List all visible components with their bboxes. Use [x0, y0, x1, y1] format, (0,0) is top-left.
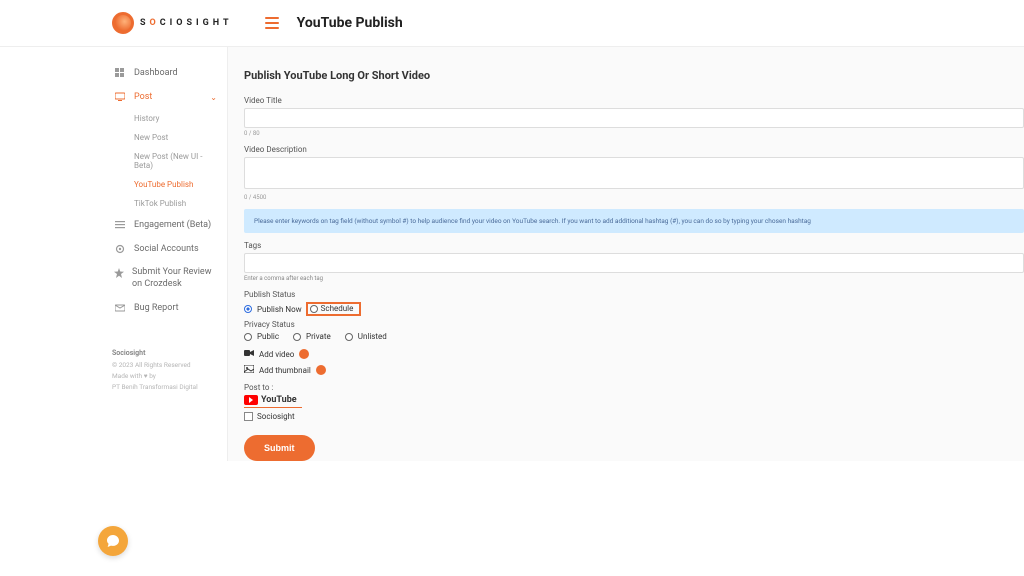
- topbar: SOCIOSIGHT YouTube Publish: [0, 0, 1024, 47]
- subnav-history[interactable]: History: [134, 109, 219, 128]
- panel-title: Publish YouTube Long Or Short Video: [244, 69, 1024, 82]
- menu-toggle-icon[interactable]: [265, 17, 279, 29]
- sidebar-item-review[interactable]: Submit Your Review on Crozdesk: [112, 261, 219, 296]
- sidebar-footer: Sociosight © 2023 All Rights Reserved Ma…: [112, 348, 219, 393]
- sidebar-item-label: Engagement (Beta): [134, 220, 211, 230]
- footer-made: Made with ♥ by: [112, 371, 219, 382]
- sidebar-item-bug[interactable]: Bug Report: [112, 296, 219, 320]
- radio-schedule[interactable]: [310, 305, 318, 313]
- image-icon: [244, 365, 254, 375]
- account-label: Sociosight: [257, 412, 295, 421]
- youtube-channel-pill: YouTube: [244, 395, 297, 405]
- mail-icon: [114, 302, 126, 314]
- page-title: YouTube Publish: [297, 15, 403, 31]
- content: Publish YouTube Long Or Short Video Vide…: [228, 47, 1024, 461]
- radio-publish-now-label: Publish Now: [257, 305, 302, 314]
- privacy-status-label: Privacy Status: [244, 320, 1024, 329]
- gear-icon: [114, 243, 126, 255]
- tags-hint: Please enter keywords on tag field (with…: [244, 209, 1024, 233]
- sidebar-item-label: Bug Report: [134, 303, 179, 313]
- post-to-label: Post to :: [244, 383, 1024, 392]
- radio-public[interactable]: [244, 333, 252, 341]
- star-icon: [114, 267, 124, 279]
- youtube-underline: [244, 407, 302, 408]
- radio-unlisted[interactable]: [345, 333, 353, 341]
- video-title-input[interactable]: [244, 108, 1024, 128]
- radio-unlisted-label: Unlisted: [358, 332, 387, 341]
- dashboard-icon: [114, 67, 126, 79]
- youtube-label: YouTube: [261, 395, 297, 405]
- video-desc-counter: 0 / 4500: [244, 194, 1024, 201]
- sidebar-item-social[interactable]: Social Accounts: [112, 237, 219, 261]
- youtube-icon: [244, 395, 258, 405]
- submit-button[interactable]: Submit: [244, 435, 315, 461]
- sidebar-item-label: Dashboard: [134, 68, 178, 78]
- video-desc-label: Video Description: [244, 145, 1024, 154]
- tags-input[interactable]: [244, 253, 1024, 273]
- subnav-youtube-publish[interactable]: YouTube Publish: [134, 175, 219, 194]
- tags-label: Tags: [244, 241, 1024, 250]
- sidebar-item-label: Submit Your Review on Crozdesk: [132, 267, 217, 290]
- add-thumbnail-button[interactable]: Add thumbnail: [259, 366, 311, 375]
- radio-publish-now[interactable]: [244, 305, 252, 313]
- video-desc-input[interactable]: [244, 157, 1024, 189]
- account-checkbox[interactable]: [244, 412, 253, 421]
- add-video-badge-icon: [299, 349, 309, 359]
- monitor-icon: [114, 91, 126, 103]
- post-subnav: History New Post New Post (New UI - Beta…: [112, 109, 219, 213]
- video-title-counter: 0 / 80: [244, 130, 1024, 137]
- sidebar-item-label: Post: [134, 92, 152, 102]
- subnav-tiktok-publish[interactable]: TikTok Publish: [134, 194, 219, 213]
- brand-logo[interactable]: SOCIOSIGHT: [112, 12, 233, 34]
- add-thumb-badge-icon: [316, 365, 326, 375]
- subnav-new-post-beta[interactable]: New Post (New UI - Beta): [134, 147, 219, 175]
- video-camera-icon: [244, 349, 254, 359]
- footer-copy: © 2023 All Rights Reserved: [112, 360, 219, 371]
- add-video-button[interactable]: Add video: [259, 350, 294, 359]
- sidebar: Dashboard Post ⌄ History New Post New Po…: [100, 47, 228, 461]
- radio-public-label: Public: [257, 332, 279, 341]
- chevron-down-icon: ⌄: [210, 93, 217, 102]
- sidebar-item-label: Social Accounts: [134, 244, 199, 254]
- brand-text: SOCIOSIGHT: [140, 18, 233, 28]
- video-title-label: Video Title: [244, 96, 1024, 105]
- sidebar-item-engagement[interactable]: Engagement (Beta): [112, 213, 219, 237]
- sidebar-item-dashboard[interactable]: Dashboard: [112, 61, 219, 85]
- footer-brand: Sociosight: [112, 348, 219, 360]
- footer-company: PT Benih Transformasi Digital: [112, 382, 219, 393]
- radio-schedule-label: Schedule: [321, 304, 354, 313]
- tags-help: Enter a comma after each tag: [244, 275, 1024, 282]
- schedule-highlight: Schedule: [306, 302, 362, 316]
- brand-mark-icon: [112, 12, 134, 34]
- chat-icon: [105, 533, 121, 549]
- chat-widget[interactable]: [98, 526, 128, 556]
- publish-status-label: Publish Status: [244, 290, 1024, 299]
- radio-private[interactable]: [293, 333, 301, 341]
- radio-private-label: Private: [306, 332, 331, 341]
- list-icon: [114, 219, 126, 231]
- sidebar-item-post[interactable]: Post ⌄: [112, 85, 219, 109]
- subnav-new-post[interactable]: New Post: [134, 128, 219, 147]
